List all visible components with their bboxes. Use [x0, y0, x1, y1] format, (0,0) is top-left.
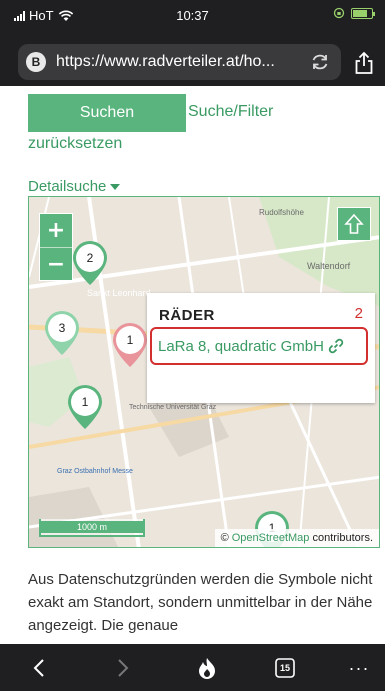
map-label-tu: Technische Universität Graz: [129, 404, 217, 411]
popup-title: RÄDER: [159, 307, 215, 324]
map[interactable]: Rudolfshöhe Waltendorf Sankt Leonhard Te…: [28, 196, 380, 548]
map-label-sankt-leonhard: Sankt Leonhard: [87, 288, 151, 298]
battery-icon: [351, 7, 375, 19]
browser-bottom-toolbar: 15 ···: [0, 644, 385, 691]
map-marker[interactable]: 3: [43, 309, 81, 357]
popup-annotation-number: 2: [354, 305, 363, 322]
scale-label: 1000 m: [41, 521, 143, 533]
attribution-suffix: contributors.: [312, 532, 373, 544]
zoom-control: + −: [39, 213, 73, 281]
url-text[interactable]: https://www.radverteiler.at/ho...: [56, 53, 303, 71]
reset-filter-link[interactable]: Suche/Filter: [188, 103, 273, 121]
burn-button[interactable]: [192, 654, 222, 682]
link-icon[interactable]: [328, 338, 344, 354]
zoom-out-button[interactable]: −: [40, 248, 72, 281]
orientation-lock-icon: [333, 7, 345, 19]
status-bar: HoT 10:37: [0, 6, 385, 26]
detail-search-label: Detailsuche: [28, 178, 107, 195]
marker-count: 3: [48, 314, 76, 342]
upload-arrow-icon: [344, 213, 364, 234]
detail-search-toggle[interactable]: Detailsuche: [28, 178, 121, 195]
forward-button[interactable]: [108, 654, 138, 682]
map-popup: RÄDER 2 LaRa 8, quadratic GmbH: [147, 293, 375, 403]
share-icon[interactable]: [353, 51, 375, 75]
popup-link[interactable]: LaRa 8, quadratic GmbH: [158, 338, 324, 355]
map-marker[interactable]: 1: [66, 383, 104, 431]
caret-down-icon: [110, 183, 121, 190]
map-scale: 1000 m: [39, 519, 145, 537]
browser-top-bar: HoT 10:37 B https://www.radverteiler.at/…: [0, 0, 385, 86]
marker-count: 1: [71, 388, 99, 416]
marker-count: 1: [116, 326, 144, 354]
search-button[interactable]: Suchen: [28, 94, 186, 132]
popup-link-highlight[interactable]: LaRa 8, quadratic GmbH: [150, 327, 368, 365]
page-content: Suchen Suche/Filter zurücksetzen Details…: [0, 86, 385, 644]
zoom-in-button[interactable]: +: [40, 214, 72, 247]
map-label-rudolf: Rudolfshöhe: [259, 208, 304, 217]
upload-button[interactable]: [337, 207, 371, 241]
marker-count: 2: [76, 244, 104, 272]
back-button[interactable]: [24, 654, 54, 682]
tabs-count: 15: [279, 663, 290, 673]
map-marker-selected[interactable]: 1: [111, 321, 149, 369]
map-label-ostbahnhof: Graz Ostbahnhof Messe: [57, 468, 133, 475]
flame-icon: [199, 658, 215, 679]
reload-icon[interactable]: [309, 51, 331, 73]
more-button[interactable]: ···: [344, 654, 374, 682]
tabs-button[interactable]: 15: [270, 654, 300, 682]
chevron-right-icon: [118, 659, 129, 677]
map-marker[interactable]: 2: [71, 239, 109, 287]
chevron-left-icon: [33, 659, 44, 677]
osm-link[interactable]: OpenStreetMap: [232, 532, 310, 544]
reset-filter-link-continued[interactable]: zurücksetzen: [28, 135, 122, 153]
zoom-divider: [40, 247, 72, 248]
map-attribution: © OpenStreetMap contributors.: [214, 529, 379, 547]
url-bar[interactable]: B https://www.radverteiler.at/ho...: [18, 44, 341, 80]
map-label-waltendorf: Waltendorf: [307, 261, 351, 271]
site-favicon: B: [26, 52, 46, 72]
attribution-prefix: ©: [220, 532, 229, 544]
privacy-note: Aus Datenschutzgründen werden die Symbol…: [28, 571, 373, 634]
status-right: [333, 7, 375, 19]
clock: 10:37: [176, 8, 209, 23]
